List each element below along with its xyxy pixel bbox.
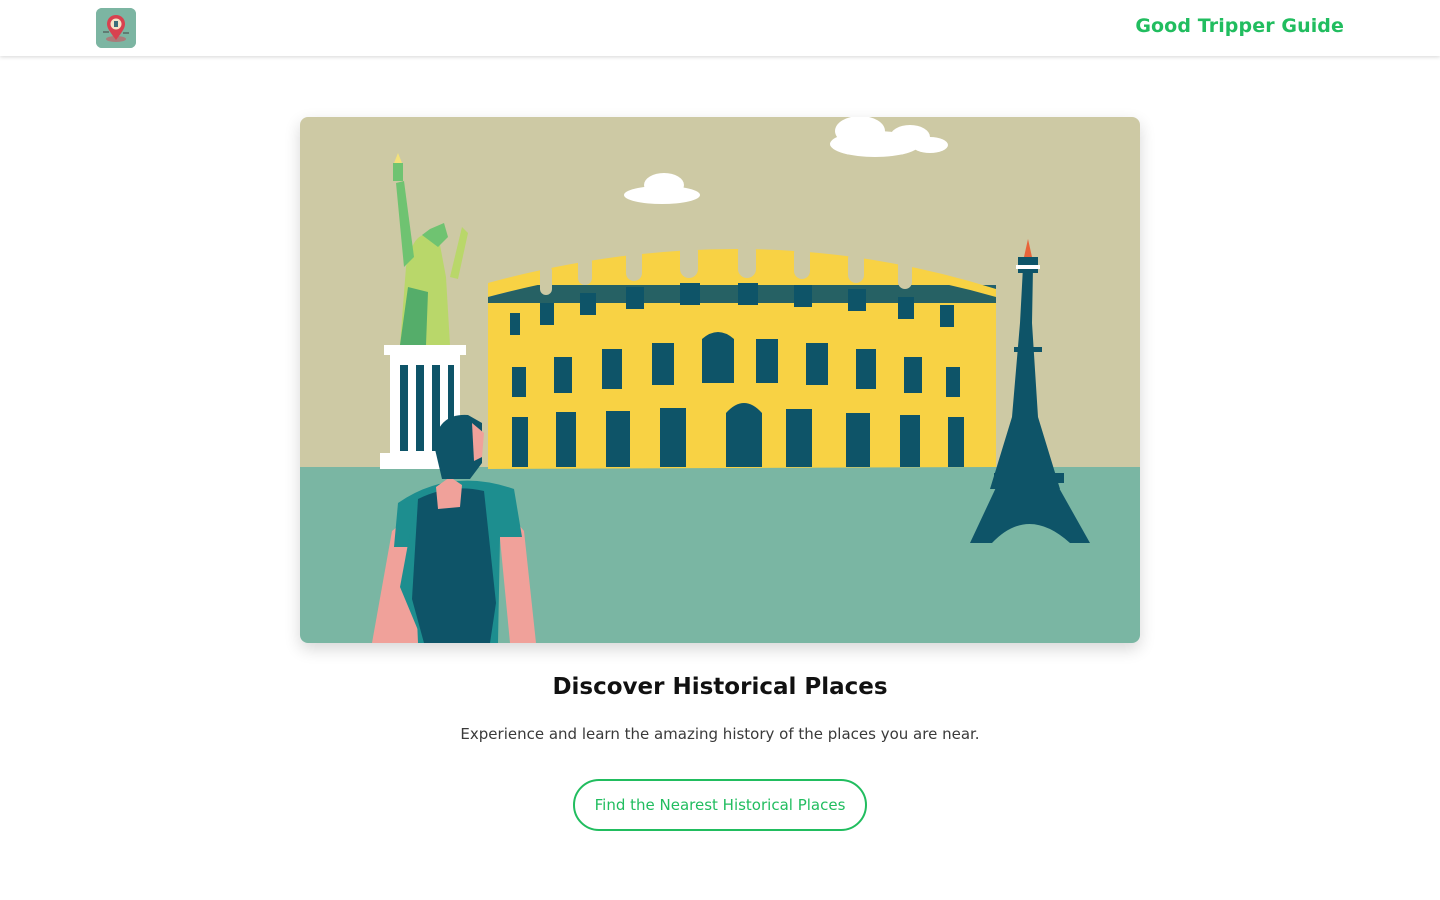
landmarks-illustration: [300, 117, 1140, 643]
brand-link[interactable]: Good Tripper Guide: [1135, 15, 1344, 37]
map-pin-logo-icon[interactable]: [96, 8, 136, 48]
page-subtitle: Experience and learn the amazing history…: [460, 725, 980, 743]
colosseum-illustration: [488, 242, 996, 469]
page-title: Discover Historical Places: [552, 674, 888, 700]
navbar: Good Tripper Guide: [0, 0, 1440, 56]
hero-illustration: [300, 117, 1140, 643]
find-nearest-places-button[interactable]: Find the Nearest Historical Places: [573, 779, 867, 831]
